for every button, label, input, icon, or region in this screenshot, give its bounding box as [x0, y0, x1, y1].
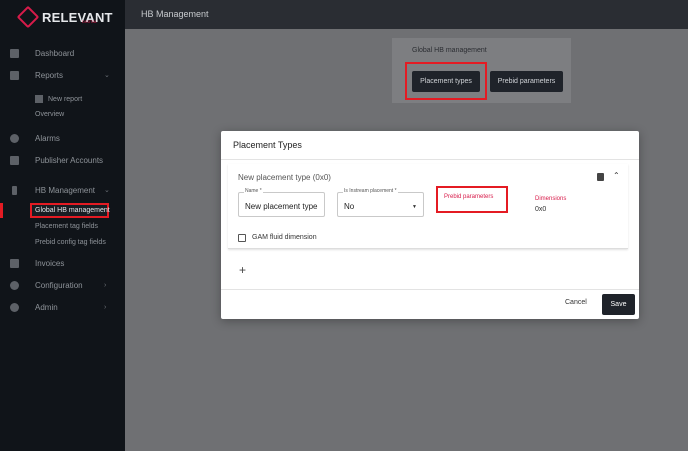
sidebar-item-label: Invoices: [35, 258, 65, 268]
checkbox-label: GAM fluid dimension: [252, 234, 317, 241]
trash-icon[interactable]: [597, 173, 604, 181]
dropdown-arrow-icon: ▼: [412, 204, 417, 210]
add-placement-type-icon[interactable]: +: [239, 263, 246, 277]
sidebar-item-publisher-accounts[interactable]: Publisher Accounts: [0, 155, 125, 165]
chevron-up-icon[interactable]: ⌃: [613, 171, 620, 180]
sidebar-item-label: Reports: [35, 70, 64, 80]
sidebar-sub-prebid-config-tag-fields[interactable]: Prebid config tag fields: [35, 239, 106, 246]
sidebar-item-alarms[interactable]: Alarms: [0, 133, 125, 143]
sidebar-item-invoices[interactable]: Invoices: [0, 258, 125, 268]
brand-sub: DIGITAL: [82, 19, 98, 24]
gam-fluid-checkbox[interactable]: [238, 234, 246, 242]
sidebar-item-label: Publisher Accounts: [35, 155, 104, 165]
logo-icon: [16, 5, 40, 29]
prebid-parameters-button[interactable]: Prebid parameters: [490, 71, 563, 92]
publisher-icon: [10, 155, 19, 165]
hb-management-icon: [12, 185, 17, 195]
divider: [221, 159, 639, 160]
prebid-parameters-link[interactable]: Prebid parameters: [436, 186, 508, 213]
highlight-outline: [405, 62, 487, 100]
field-label: Name *: [244, 188, 263, 194]
alarm-icon: [10, 133, 19, 143]
sidebar-item-admin[interactable]: Admin ›: [0, 302, 125, 312]
sidebar: RELEVANT DIGITAL Dashboard Reports ⌄ New…: [0, 0, 125, 451]
chevron-down-icon: ⌄: [104, 72, 110, 79]
sidebar-item-reports[interactable]: Reports ⌄: [0, 70, 125, 80]
panel-title: New placement type (0x0): [238, 173, 331, 182]
sidebar-item-label: Alarms: [35, 133, 60, 143]
dimensions-label: Dimensions: [535, 196, 567, 202]
invoices-icon: [10, 258, 19, 268]
active-indicator: [0, 203, 3, 218]
sidebar-item-label: Dashboard: [35, 48, 75, 58]
sidebar-sub-placement-tag-fields[interactable]: Placement tag fields: [35, 223, 98, 230]
save-button[interactable]: Save: [602, 294, 635, 315]
placement-type-panel: New placement type (0x0) ⌃ Name * New pl…: [228, 164, 628, 249]
admin-icon: [10, 302, 19, 312]
chevron-right-icon: ›: [104, 281, 107, 289]
sidebar-item-label: Configuration: [35, 280, 83, 290]
sidebar-item-label: Admin: [35, 302, 58, 312]
chevron-down-icon: ⌄: [104, 187, 110, 194]
plus-box-icon: [35, 95, 43, 103]
reports-icon: [10, 70, 19, 80]
sidebar-sub-overview[interactable]: Overview: [35, 111, 64, 118]
sidebar-item-dashboard[interactable]: Dashboard: [0, 48, 125, 58]
chevron-right-icon: ›: [104, 303, 107, 311]
dialog-title: Placement Types: [233, 140, 302, 150]
divider: [221, 289, 639, 290]
instream-select[interactable]: Is Instream placement * No ▼: [337, 188, 424, 217]
top-bar: HB Management: [125, 0, 688, 29]
brand-logo[interactable]: RELEVANT: [16, 5, 113, 29]
name-field[interactable]: Name * New placement type: [238, 188, 325, 217]
brand-name: RELEVANT: [42, 9, 113, 25]
dimensions-value: 0x0: [535, 206, 547, 213]
page-title: HB Management: [141, 9, 209, 19]
sidebar-sub-new-report[interactable]: New report: [35, 95, 82, 103]
placement-types-dialog: Placement Types New placement type (0x0)…: [221, 131, 639, 319]
gear-icon: [10, 280, 19, 290]
field-label: Is Instream placement *: [343, 188, 398, 194]
field-value: No: [344, 202, 355, 211]
sidebar-item-label: HB Management: [35, 185, 96, 195]
dashboard-icon: [10, 48, 19, 58]
sidebar-sub-global-hb-management[interactable]: Global HB management: [30, 203, 110, 218]
cancel-button[interactable]: Cancel: [565, 299, 587, 306]
sidebar-sub-label: New report: [48, 95, 83, 103]
sidebar-item-hb-management[interactable]: HB Management ⌄: [0, 185, 125, 195]
card-title: Global HB management: [412, 47, 487, 54]
field-value: New placement type: [245, 202, 318, 211]
sidebar-item-configuration[interactable]: Configuration ›: [0, 280, 125, 290]
